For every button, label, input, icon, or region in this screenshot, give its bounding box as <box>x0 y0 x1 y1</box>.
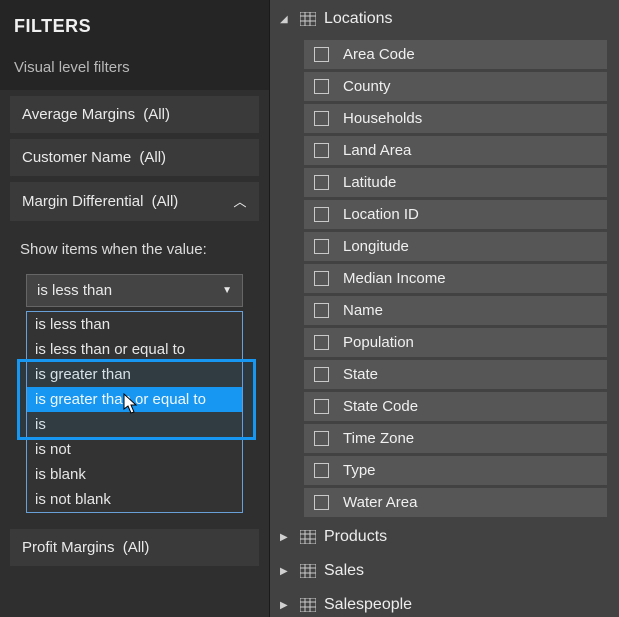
field-checkbox[interactable] <box>314 239 329 254</box>
condition-option[interactable]: is greater than <box>27 362 242 387</box>
field-checkbox[interactable] <box>314 303 329 318</box>
filter-scope: (All) <box>139 149 166 166</box>
field-checkbox[interactable] <box>314 47 329 62</box>
group-name: Products <box>324 528 387 546</box>
field-checkbox[interactable] <box>314 367 329 382</box>
filter-name: Customer Name <box>22 149 131 166</box>
table-icon <box>300 598 316 612</box>
show-items-label: Show items when the value: <box>20 239 249 260</box>
field-checkbox[interactable] <box>314 399 329 414</box>
table-icon <box>300 564 316 578</box>
field-label: Time Zone <box>343 430 414 447</box>
field-checkbox[interactable] <box>314 463 329 478</box>
filter-scope: (All) <box>123 539 150 556</box>
field-label: Water Area <box>343 494 417 511</box>
group-header-sales[interactable]: ▶ Sales <box>270 554 611 588</box>
filter-scope: (All) <box>152 193 179 210</box>
group-name: Salespeople <box>324 596 412 614</box>
dropdown-icon: ▼ <box>222 285 232 296</box>
field-checkbox[interactable] <box>314 175 329 190</box>
expand-icon: ▶ <box>280 566 292 577</box>
field-row[interactable]: County <box>304 72 607 101</box>
filter-scope: (All) <box>143 106 170 123</box>
filters-subheader: Visual level filters <box>0 49 269 90</box>
field-row[interactable]: State Code <box>304 392 607 421</box>
filter-name: Margin Differential <box>22 193 143 210</box>
field-checkbox[interactable] <box>314 143 329 158</box>
field-row[interactable]: Type <box>304 456 607 485</box>
field-label: Median Income <box>343 270 446 287</box>
field-row[interactable]: Longitude <box>304 232 607 261</box>
condition-option[interactable]: is less than or equal to <box>27 337 242 362</box>
collapse-icon: ◢ <box>280 14 292 25</box>
field-row[interactable]: Time Zone <box>304 424 607 453</box>
field-checkbox[interactable] <box>314 271 329 286</box>
field-row[interactable]: Name <box>304 296 607 325</box>
filter-item-profit-margins[interactable]: Profit Margins (All) <box>10 529 259 566</box>
group-header-products[interactable]: ▶ Products <box>270 520 611 554</box>
field-row[interactable]: Population <box>304 328 607 357</box>
group-name: Locations <box>324 10 393 28</box>
field-row[interactable]: Area Code <box>304 40 607 69</box>
field-checkbox[interactable] <box>314 495 329 510</box>
filters-header: FILTERS <box>0 0 269 49</box>
chevron-up-icon: 〈 <box>231 195 250 208</box>
filter-item-margin-differential[interactable]: Margin Differential (All) 〈 <box>10 182 259 221</box>
field-row[interactable]: Location ID <box>304 200 607 229</box>
fields-panel: ◢ Locations Area Code County Households Lan… <box>270 0 619 617</box>
field-label: Households <box>343 110 422 127</box>
filter-item-average-margins[interactable]: Average Margins (All) <box>10 96 259 133</box>
filter-name: Average Margins <box>22 106 135 123</box>
field-checkbox[interactable] <box>314 79 329 94</box>
field-label: Longitude <box>343 238 409 255</box>
field-checkbox[interactable] <box>314 335 329 350</box>
field-row[interactable]: Water Area <box>304 488 607 517</box>
field-label: Land Area <box>343 142 411 159</box>
field-label: Location ID <box>343 206 419 223</box>
field-checkbox[interactable] <box>314 431 329 446</box>
condition-option[interactable]: is <box>27 412 242 437</box>
condition-select[interactable]: is less than ▼ <box>26 274 243 307</box>
condition-selected-value: is less than <box>37 282 112 299</box>
field-row[interactable]: Households <box>304 104 607 133</box>
field-label: Population <box>343 334 414 351</box>
field-label: Type <box>343 462 376 479</box>
condition-dropdown: is less thanis less than or equal tois g… <box>26 311 243 513</box>
field-row[interactable]: Median Income <box>304 264 607 293</box>
condition-option[interactable]: is not <box>27 437 242 462</box>
field-row[interactable]: Latitude <box>304 168 607 197</box>
group-header-salespeople[interactable]: ▶ Salespeople <box>270 588 611 617</box>
condition-option[interactable]: is not blank <box>27 487 242 512</box>
field-label: Latitude <box>343 174 396 191</box>
table-icon <box>300 530 316 544</box>
filters-panel: FILTERS Visual level filters Average Mar… <box>0 0 270 617</box>
table-icon <box>300 12 316 26</box>
filter-name: Profit Margins <box>22 539 115 556</box>
field-checkbox[interactable] <box>314 111 329 126</box>
field-label: State Code <box>343 398 418 415</box>
field-label: Name <box>343 302 383 319</box>
field-row[interactable]: Land Area <box>304 136 607 165</box>
group-name: Sales <box>324 562 364 580</box>
expand-icon: ▶ <box>280 532 292 543</box>
field-label: Area Code <box>343 46 415 63</box>
filter-item-customer-name[interactable]: Customer Name (All) <box>10 139 259 176</box>
field-label: County <box>343 78 391 95</box>
field-checkbox[interactable] <box>314 207 329 222</box>
field-row[interactable]: State <box>304 360 607 389</box>
expand-icon: ▶ <box>280 600 292 611</box>
field-label: State <box>343 366 378 383</box>
filter-expanded-area: Show items when the value: is less than … <box>10 227 259 523</box>
condition-option[interactable]: is less than <box>27 312 242 337</box>
condition-option[interactable]: is greater than or equal to <box>27 387 242 412</box>
condition-option[interactable]: is blank <box>27 462 242 487</box>
group-header-locations[interactable]: ◢ Locations <box>270 0 611 38</box>
